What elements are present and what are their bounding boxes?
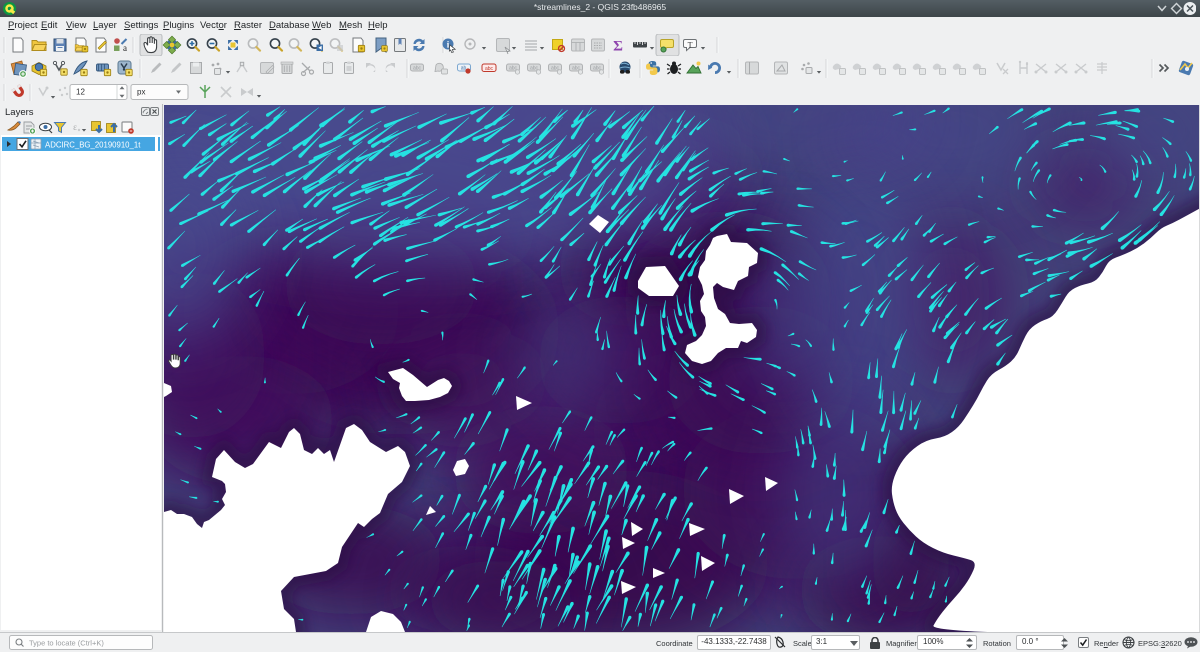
svg-text:ε: ε [73, 122, 77, 132]
svg-text:ADCIRC_BG_20190910_1t: ADCIRC_BG_20190910_1t [45, 141, 141, 150]
svg-text:Type to locate (Ctrl+K): Type to locate (Ctrl+K) [29, 639, 104, 648]
svg-text:T: T [688, 41, 693, 50]
svg-text:Σ: Σ [613, 39, 623, 55]
svg-text:abc: abc [413, 66, 422, 72]
svg-text:px: px [137, 88, 145, 97]
svg-text:a: a [123, 43, 127, 53]
svg-text:abc: abc [485, 66, 494, 72]
svg-text:12: 12 [76, 88, 85, 97]
